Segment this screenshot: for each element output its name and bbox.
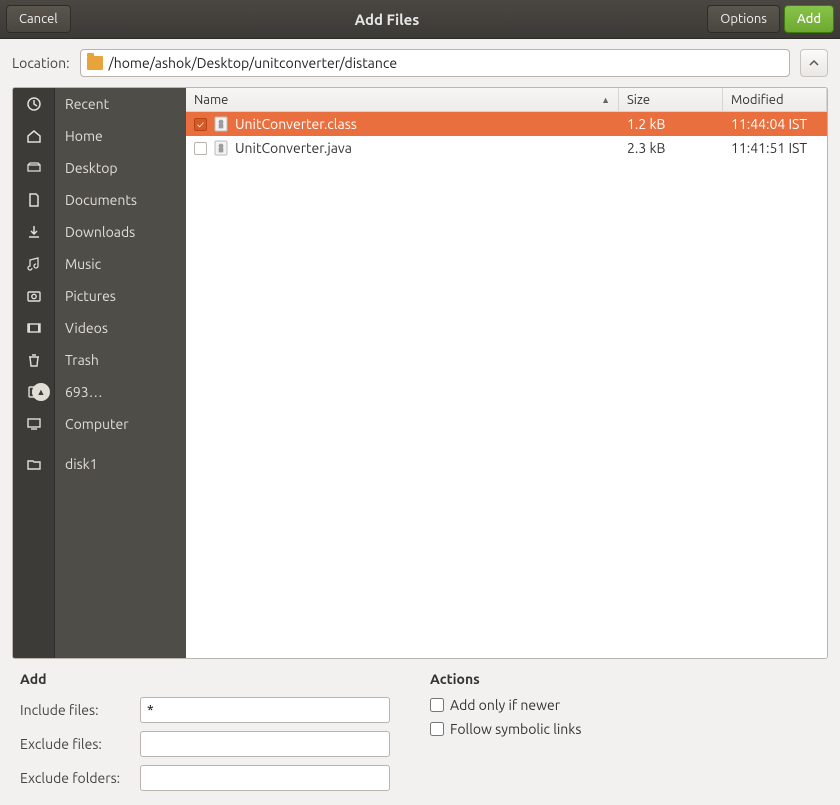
path-toggle-button[interactable] <box>800 49 828 77</box>
column-header-modified[interactable]: Modified <box>723 88 827 111</box>
places-label-column: Recent Home Desktop Documents Downloads … <box>55 88 186 658</box>
sidebar-icon-videos[interactable] <box>13 312 54 344</box>
add-button[interactable]: Add <box>784 5 834 33</box>
window-title: Add Files <box>71 11 704 28</box>
sidebar-item-videos[interactable]: Videos <box>55 312 186 344</box>
file-name: UnitConverter.java <box>235 140 352 156</box>
add-filters-section: Add Include files: Exclude files: Exclud… <box>20 671 390 791</box>
places-icon-column: ▲ <box>13 88 55 658</box>
file-modified: 11:41:51 IST <box>723 140 827 156</box>
follow-symlinks-label: Follow symbolic links <box>450 721 581 737</box>
titlebar: Cancel Add Files Options Add <box>0 0 840 39</box>
sidebar-item-home[interactable]: Home <box>55 120 186 152</box>
file-type-icon <box>213 140 229 156</box>
sidebar-icon-volume[interactable]: ▲ <box>13 376 54 408</box>
file-list: Name ▲ Size Modified ✓ UnitConverter.cla… <box>186 88 827 658</box>
cancel-button[interactable]: Cancel <box>6 5 71 33</box>
sidebar-icon-computer[interactable] <box>13 408 54 440</box>
file-row[interactable]: ✓ UnitConverter.class 1.2 kB 11:44:04 IS… <box>186 112 827 136</box>
sidebar-icon-trash[interactable] <box>13 344 54 376</box>
sidebar-icon-downloads[interactable] <box>13 216 54 248</box>
file-name: UnitConverter.class <box>235 116 357 132</box>
sidebar-icon-music[interactable] <box>13 248 54 280</box>
exclude-files-label: Exclude files: <box>20 736 132 752</box>
location-row: Location: /home/ashok/Desktop/unitconver… <box>0 39 840 87</box>
file-size: 2.3 kB <box>619 140 723 156</box>
actions-section: Actions Add only if newer Follow symboli… <box>430 671 581 791</box>
sidebar-item-disk1[interactable]: disk1 <box>55 448 186 480</box>
exclude-folders-label: Exclude folders: <box>20 770 132 786</box>
sidebar-item-music[interactable]: Music <box>55 248 186 280</box>
add-only-if-newer-label: Add only if newer <box>450 697 560 713</box>
include-files-label: Include files: <box>20 702 132 718</box>
chevron-up-icon <box>808 57 820 69</box>
column-header-size[interactable]: Size <box>619 88 723 111</box>
file-modified: 11:44:04 IST <box>723 116 827 132</box>
include-files-input[interactable] <box>140 697 390 723</box>
sidebar-item-computer[interactable]: Computer <box>55 408 186 440</box>
eject-icon[interactable]: ▲ <box>32 383 50 401</box>
add-only-if-newer-checkbox[interactable] <box>430 698 444 712</box>
sidebar-item-trash[interactable]: Trash <box>55 344 186 376</box>
row-checkbox[interactable] <box>194 142 207 155</box>
sort-ascending-icon: ▲ <box>601 95 610 105</box>
sidebar-item-recent[interactable]: Recent <box>55 88 186 120</box>
sidebar-icon-recent[interactable] <box>13 88 54 120</box>
sidebar-item-pictures[interactable]: Pictures <box>55 280 186 312</box>
bottom-panel: Add Include files: Exclude files: Exclud… <box>0 671 840 805</box>
sidebar-item-volume[interactable]: 693… <box>55 376 186 408</box>
actions-section-header: Actions <box>430 671 581 687</box>
exclude-folders-input[interactable] <box>140 765 390 791</box>
sidebar-icon-home[interactable] <box>13 120 54 152</box>
sidebar-icon-documents[interactable] <box>13 184 54 216</box>
folder-icon <box>87 56 103 70</box>
sidebar-item-desktop[interactable]: Desktop <box>55 152 186 184</box>
column-header-name[interactable]: Name ▲ <box>186 88 619 111</box>
sidebar-item-downloads[interactable]: Downloads <box>55 216 186 248</box>
follow-symlinks-checkbox[interactable] <box>430 722 444 736</box>
sidebar-item-documents[interactable]: Documents <box>55 184 186 216</box>
file-size: 1.2 kB <box>619 116 723 132</box>
file-chooser: ▲ Recent Home Desktop Documents Download… <box>12 87 828 659</box>
column-header-name-label: Name <box>194 93 228 107</box>
options-button[interactable]: Options <box>707 5 780 33</box>
file-type-icon <box>213 116 229 132</box>
places-sidebar: ▲ Recent Home Desktop Documents Download… <box>13 88 186 658</box>
location-field[interactable]: /home/ashok/Desktop/unitconverter/distan… <box>80 49 790 77</box>
location-path: /home/ashok/Desktop/unitconverter/distan… <box>109 55 398 71</box>
row-checkbox[interactable]: ✓ <box>194 118 207 131</box>
file-list-header: Name ▲ Size Modified <box>186 88 827 112</box>
location-label: Location: <box>12 55 70 71</box>
add-section-header: Add <box>20 671 390 687</box>
sidebar-icon-disk1[interactable] <box>13 448 54 480</box>
sidebar-icon-desktop[interactable] <box>13 152 54 184</box>
exclude-files-input[interactable] <box>140 731 390 757</box>
file-row[interactable]: UnitConverter.java 2.3 kB 11:41:51 IST <box>186 136 827 160</box>
sidebar-icon-pictures[interactable] <box>13 280 54 312</box>
